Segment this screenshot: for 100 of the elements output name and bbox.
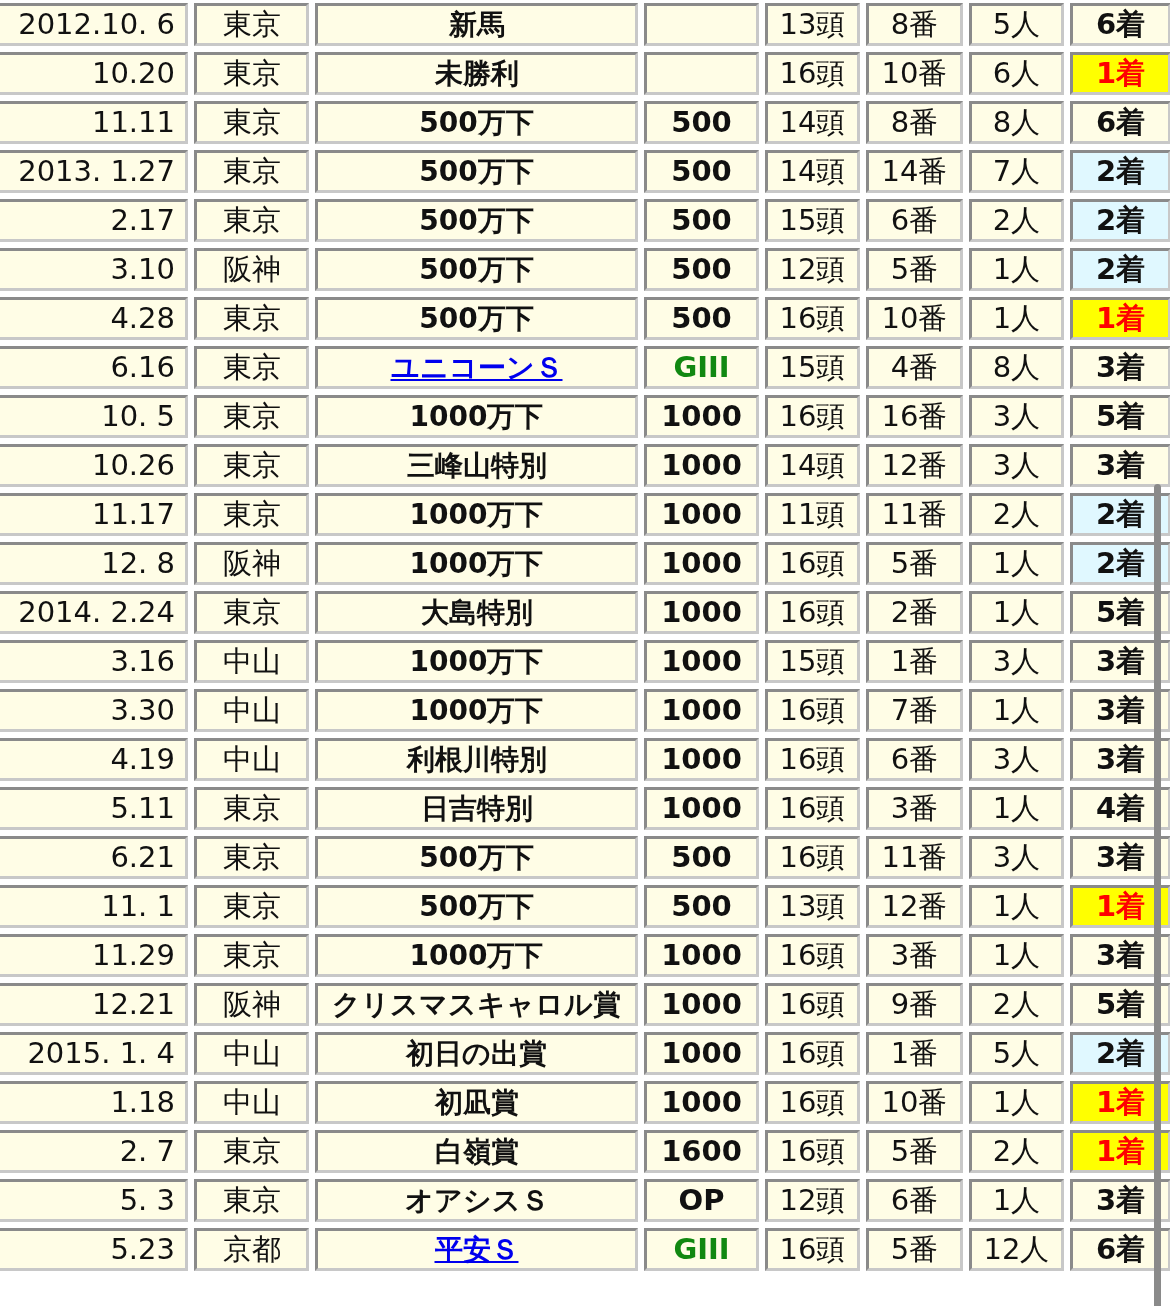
class-cell: OP <box>644 1179 759 1222</box>
venue-cell: 東京 <box>194 297 309 340</box>
field-size-cell: 14頭 <box>765 444 860 487</box>
popularity-cell: 1人 <box>969 1081 1064 1124</box>
race-name-cell: 500万下 <box>315 101 638 144</box>
result-cell: 2着 <box>1070 150 1170 193</box>
result-cell: 1着 <box>1070 1081 1170 1124</box>
venue-cell: 中山 <box>194 689 309 732</box>
date-cell: 11.11 <box>0 101 188 144</box>
popularity-cell: 6人 <box>969 52 1064 95</box>
result-cell: 3着 <box>1070 444 1170 487</box>
race-name-cell: 三峰山特別 <box>315 444 638 487</box>
popularity-cell: 1人 <box>969 1179 1064 1222</box>
field-size-cell: 15頭 <box>765 640 860 683</box>
popularity-cell: 1人 <box>969 787 1064 830</box>
date-cell: 2.17 <box>0 199 188 242</box>
popularity-cell: 2人 <box>969 493 1064 536</box>
result-cell: 2着 <box>1070 542 1170 585</box>
race-name-cell: 白嶺賞 <box>315 1130 638 1173</box>
result-cell: 3着 <box>1070 738 1170 781</box>
field-size-cell: 16頭 <box>765 591 860 634</box>
race-name-cell: 初凪賞 <box>315 1081 638 1124</box>
post-number-cell: 8番 <box>866 3 963 46</box>
result-cell: 5着 <box>1070 983 1170 1026</box>
field-size-cell: 16頭 <box>765 934 860 977</box>
class-cell: 1000 <box>644 444 759 487</box>
venue-cell: 東京 <box>194 1130 309 1173</box>
class-cell: GIII <box>644 1228 759 1271</box>
post-number-cell: 16番 <box>866 395 963 438</box>
field-size-cell: 14頭 <box>765 101 860 144</box>
venue-cell: 東京 <box>194 836 309 879</box>
popularity-cell: 3人 <box>969 836 1064 879</box>
result-cell: 2着 <box>1070 248 1170 291</box>
race-name-cell: 500万下 <box>315 836 638 879</box>
popularity-cell: 12人 <box>969 1228 1064 1271</box>
class-cell: 500 <box>644 101 759 144</box>
date-cell: 11.17 <box>0 493 188 536</box>
date-cell: 2. 7 <box>0 1130 188 1173</box>
venue-cell: 東京 <box>194 885 309 928</box>
result-cell: 3着 <box>1070 689 1170 732</box>
class-cell: 1000 <box>644 689 759 732</box>
field-size-cell: 15頭 <box>765 199 860 242</box>
result-cell: 5着 <box>1070 591 1170 634</box>
date-cell: 5.23 <box>0 1228 188 1271</box>
race-name-cell: 500万下 <box>315 150 638 193</box>
post-number-cell: 1番 <box>866 640 963 683</box>
class-cell: 1600 <box>644 1130 759 1173</box>
field-size-cell: 16頭 <box>765 787 860 830</box>
post-number-cell: 10番 <box>866 297 963 340</box>
date-cell: 1.18 <box>0 1081 188 1124</box>
popularity-cell: 2人 <box>969 983 1064 1026</box>
popularity-cell: 1人 <box>969 934 1064 977</box>
venue-cell: 中山 <box>194 1081 309 1124</box>
class-cell: 500 <box>644 199 759 242</box>
result-cell: 1着 <box>1070 297 1170 340</box>
race-name-cell: クリスマスキャロル賞 <box>315 983 638 1026</box>
class-cell: 1000 <box>644 493 759 536</box>
result-cell: 3着 <box>1070 934 1170 977</box>
race-name-cell: 大島特別 <box>315 591 638 634</box>
result-cell: 1着 <box>1070 885 1170 928</box>
venue-cell: 東京 <box>194 150 309 193</box>
field-size-cell: 16頭 <box>765 395 860 438</box>
popularity-cell: 1人 <box>969 591 1064 634</box>
race-name-cell: 500万下 <box>315 885 638 928</box>
date-cell: 6.16 <box>0 346 188 389</box>
venue-cell: 東京 <box>194 52 309 95</box>
class-cell: 500 <box>644 297 759 340</box>
popularity-cell: 1人 <box>969 542 1064 585</box>
class-cell: 500 <box>644 885 759 928</box>
date-cell: 10.20 <box>0 52 188 95</box>
race-link[interactable]: ユニコーンＳ <box>390 351 563 384</box>
field-size-cell: 16頭 <box>765 983 860 1026</box>
popularity-cell: 1人 <box>969 297 1064 340</box>
scrollbar-thumb[interactable] <box>1154 484 1161 1306</box>
field-size-cell: 12頭 <box>765 248 860 291</box>
result-cell: 2着 <box>1070 493 1170 536</box>
post-number-cell: 5番 <box>866 1228 963 1271</box>
field-size-cell: 11頭 <box>765 493 860 536</box>
post-number-cell: 9番 <box>866 983 963 1026</box>
date-cell: 11. 1 <box>0 885 188 928</box>
class-cell: 500 <box>644 836 759 879</box>
class-cell: 1000 <box>644 738 759 781</box>
popularity-cell: 1人 <box>969 885 1064 928</box>
result-cell: 2着 <box>1070 1032 1170 1075</box>
field-size-cell: 16頭 <box>765 1228 860 1271</box>
result-cell: 1着 <box>1070 1130 1170 1173</box>
class-cell: 1000 <box>644 395 759 438</box>
post-number-cell: 3番 <box>866 787 963 830</box>
class-cell: 1000 <box>644 983 759 1026</box>
venue-cell: 東京 <box>194 787 309 830</box>
class-cell: 1000 <box>644 1081 759 1124</box>
popularity-cell: 5人 <box>969 3 1064 46</box>
date-cell: 2015. 1. 4 <box>0 1032 188 1075</box>
race-name-cell: 1000万下 <box>315 493 638 536</box>
race-name-cell: 初日の出賞 <box>315 1032 638 1075</box>
race-link[interactable]: 平安Ｓ <box>434 1233 519 1266</box>
popularity-cell: 5人 <box>969 1032 1064 1075</box>
field-size-cell: 16頭 <box>765 689 860 732</box>
field-size-cell: 13頭 <box>765 885 860 928</box>
result-cell: 3着 <box>1070 836 1170 879</box>
